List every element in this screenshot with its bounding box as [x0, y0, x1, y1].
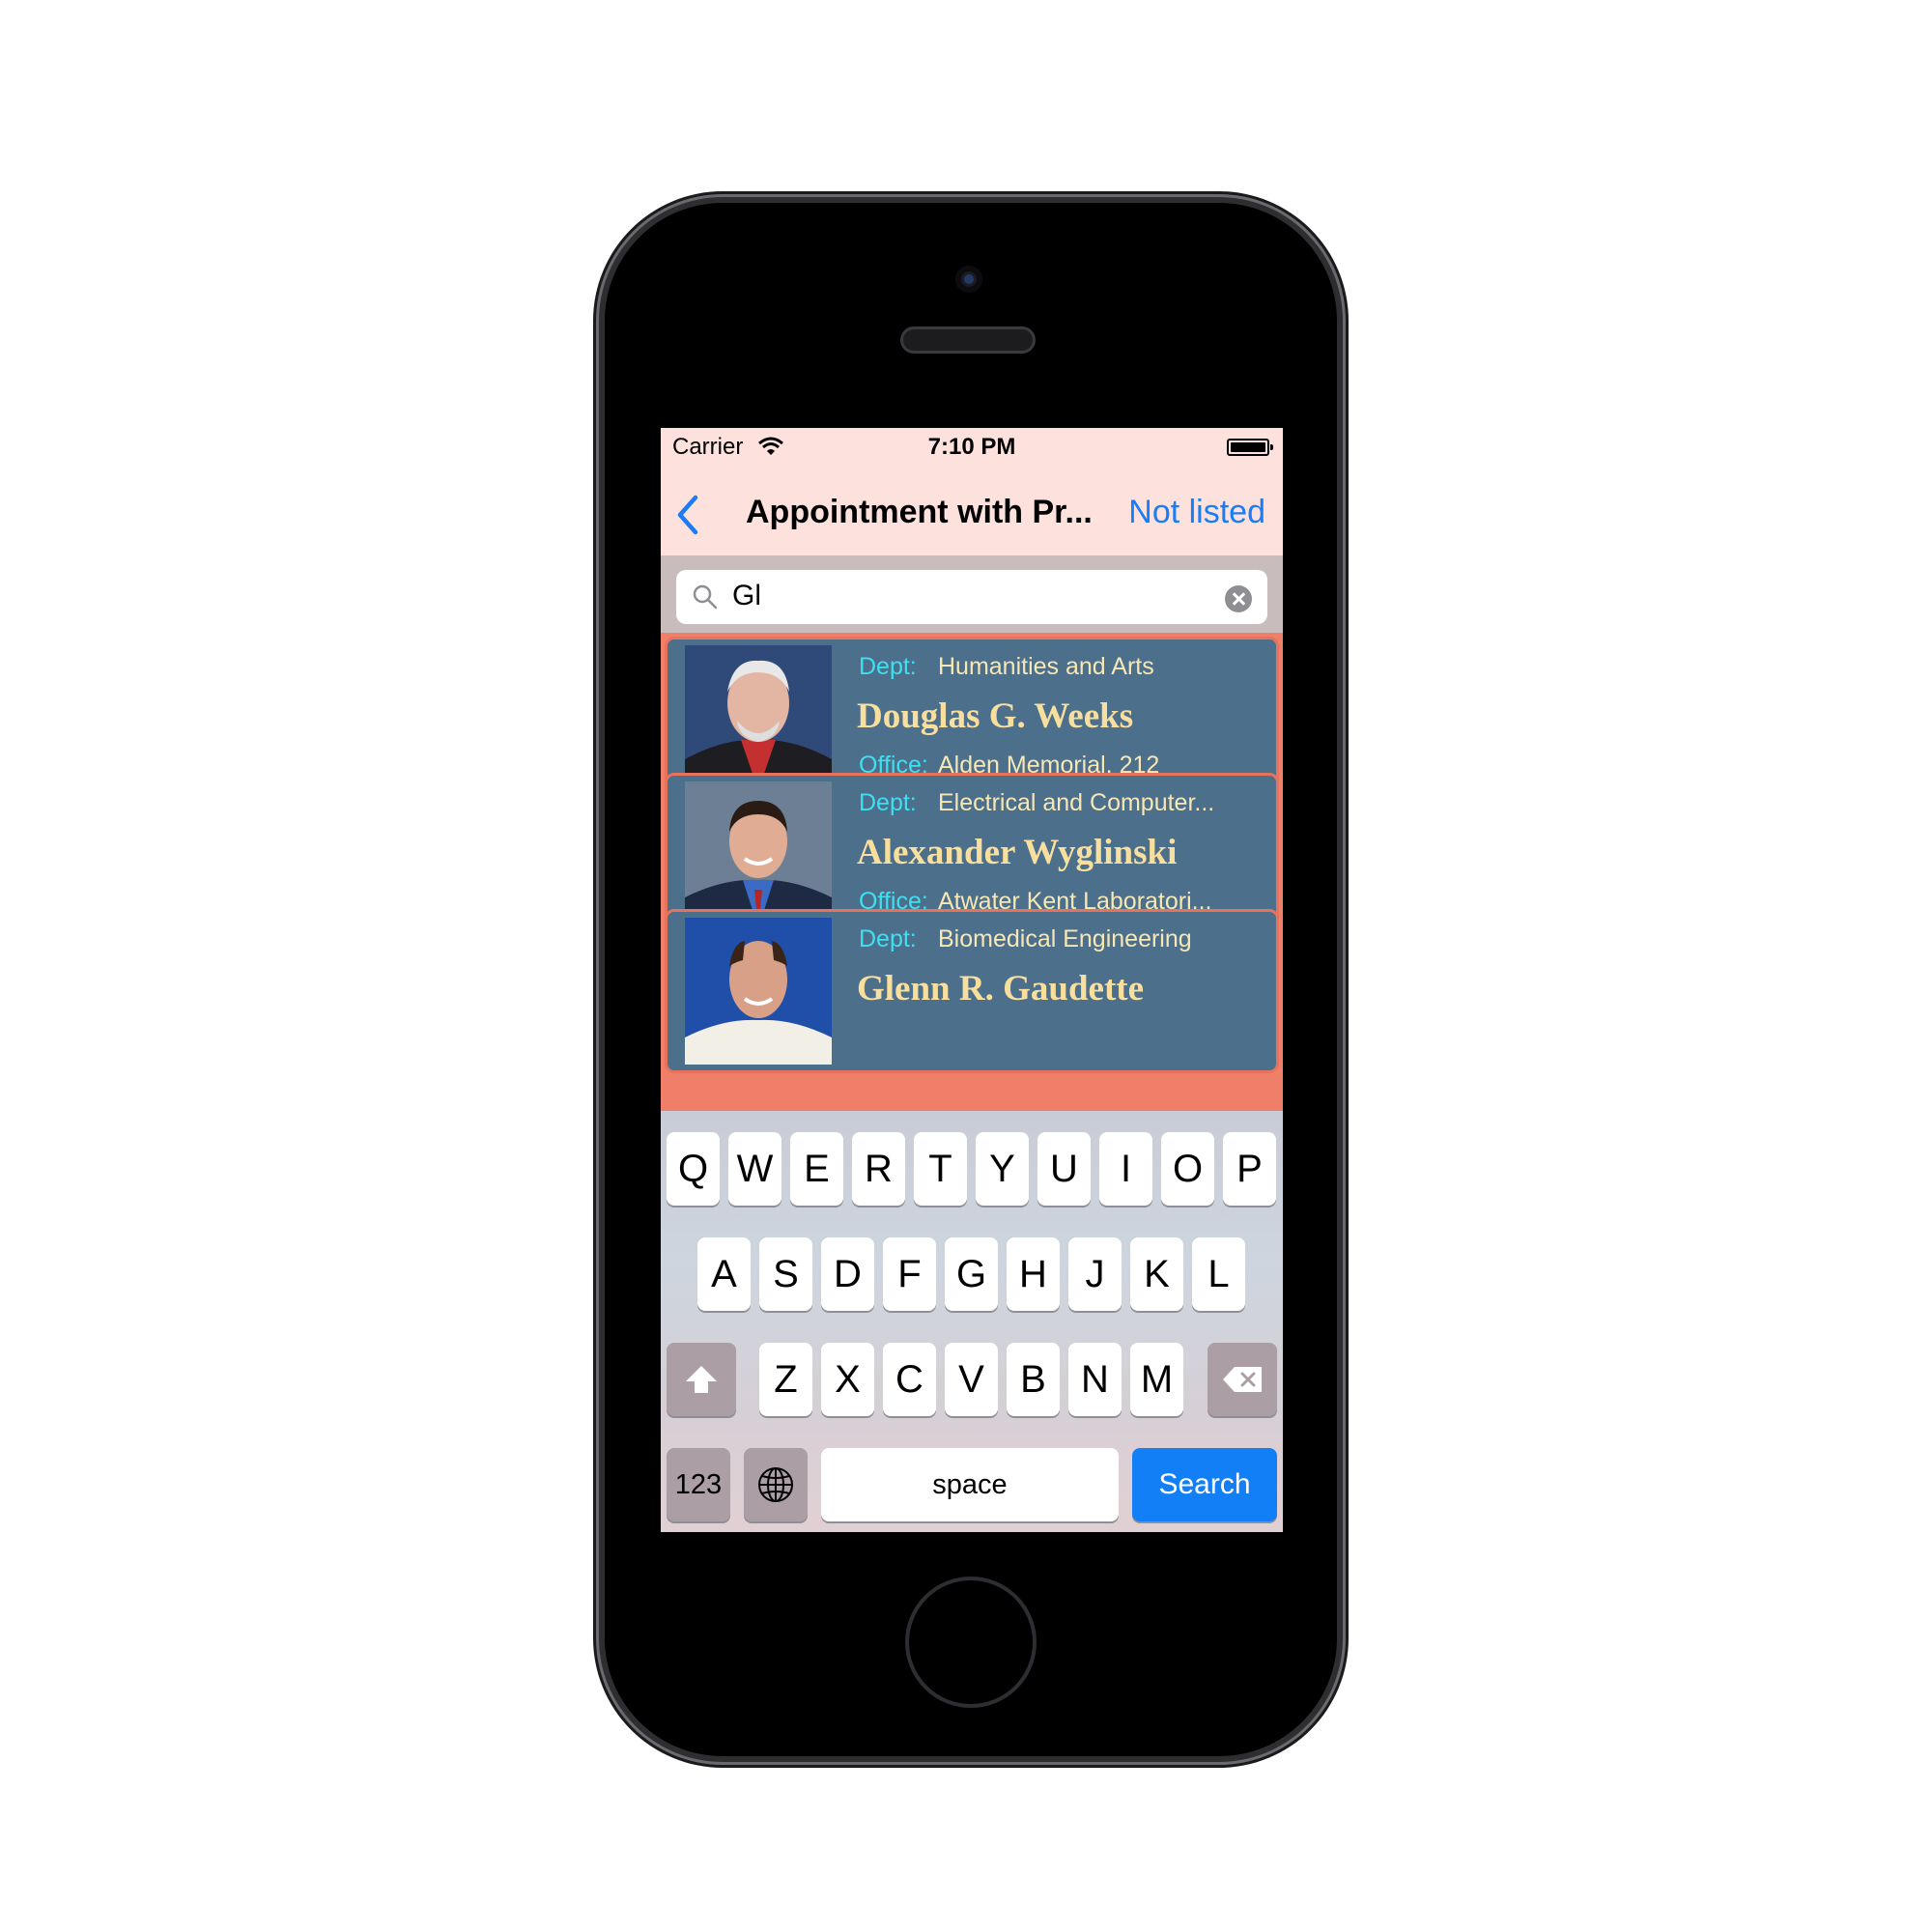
numbers-key[interactable]: 123: [667, 1448, 730, 1521]
back-chevron-icon[interactable]: [674, 494, 701, 536]
key-x[interactable]: X: [821, 1343, 874, 1416]
key-q[interactable]: Q: [667, 1132, 720, 1206]
professor-list: Dept: Humanities and Arts Douglas G. Wee…: [661, 633, 1283, 1111]
globe-key[interactable]: [744, 1448, 808, 1521]
shift-key[interactable]: [667, 1343, 736, 1416]
not-listed-button[interactable]: Not listed: [1128, 494, 1265, 531]
status-time: 7:10 PM: [927, 434, 1016, 460]
professor-photo: [685, 645, 832, 792]
earpiece-speaker: [900, 327, 1036, 354]
page-title: Appointment with Pr...: [746, 494, 1093, 530]
key-i[interactable]: I: [1099, 1132, 1152, 1206]
key-u[interactable]: U: [1037, 1132, 1091, 1206]
dept-label: Dept:: [859, 925, 917, 952]
front-camera: [955, 266, 982, 293]
delete-key[interactable]: [1208, 1343, 1277, 1416]
search-icon: [693, 584, 718, 610]
dept-value: Biomedical Engineering: [938, 925, 1192, 952]
search-key[interactable]: Search: [1132, 1448, 1277, 1521]
professor-name: Alexander Wyglinski: [857, 833, 1178, 872]
shift-icon: [686, 1366, 717, 1393]
professor-name: Glenn R. Gaudette: [857, 969, 1145, 1009]
key-c[interactable]: C: [883, 1343, 936, 1416]
key-e[interactable]: E: [790, 1132, 843, 1206]
key-k[interactable]: K: [1130, 1237, 1183, 1311]
key-z[interactable]: Z: [759, 1343, 812, 1416]
battery-icon: [1227, 439, 1273, 456]
screen: Carrier 7:10 PM Appointment with Pr... N…: [661, 428, 1283, 1532]
dept-label: Dept:: [859, 653, 917, 680]
professor-row[interactable]: Dept: Biomedical Engineering Glenn R. Ga…: [665, 909, 1279, 1073]
key-v[interactable]: V: [945, 1343, 998, 1416]
search-query-text: Gl: [732, 580, 761, 611]
key-g[interactable]: G: [945, 1237, 998, 1311]
key-r[interactable]: R: [852, 1132, 905, 1206]
dept-value: Electrical and Computer...: [938, 789, 1215, 816]
professor-name: Douglas G. Weeks: [857, 696, 1134, 736]
dept-label: Dept:: [859, 789, 917, 816]
key-w[interactable]: W: [728, 1132, 781, 1206]
home-button[interactable]: [905, 1577, 1037, 1708]
globe-icon: [758, 1467, 793, 1502]
professor-photo: [685, 781, 832, 928]
keyboard: Q W E R T Y U I O P A S D F G H J K L Z …: [661, 1111, 1283, 1532]
key-p[interactable]: P: [1223, 1132, 1276, 1206]
key-l[interactable]: L: [1192, 1237, 1245, 1311]
key-m[interactable]: M: [1130, 1343, 1183, 1416]
search-bar: Gl: [661, 555, 1283, 633]
key-y[interactable]: Y: [976, 1132, 1029, 1206]
key-t[interactable]: T: [914, 1132, 967, 1206]
key-b[interactable]: B: [1007, 1343, 1060, 1416]
key-f[interactable]: F: [883, 1237, 936, 1311]
status-bar: Carrier 7:10 PM: [661, 428, 1283, 467]
key-n[interactable]: N: [1068, 1343, 1122, 1416]
professor-photo: [685, 918, 832, 1065]
navigation-bar: Appointment with Pr... Not listed: [661, 467, 1283, 556]
clear-icon[interactable]: [1225, 585, 1252, 612]
search-input[interactable]: Gl: [676, 570, 1267, 624]
space-key[interactable]: space: [821, 1448, 1119, 1521]
key-a[interactable]: A: [697, 1237, 751, 1311]
key-s[interactable]: S: [759, 1237, 812, 1311]
key-d[interactable]: D: [821, 1237, 874, 1311]
key-o[interactable]: O: [1161, 1132, 1214, 1206]
key-j[interactable]: J: [1068, 1237, 1122, 1311]
dept-value: Humanities and Arts: [938, 653, 1154, 680]
delete-icon: [1223, 1367, 1262, 1392]
key-h[interactable]: H: [1007, 1237, 1060, 1311]
